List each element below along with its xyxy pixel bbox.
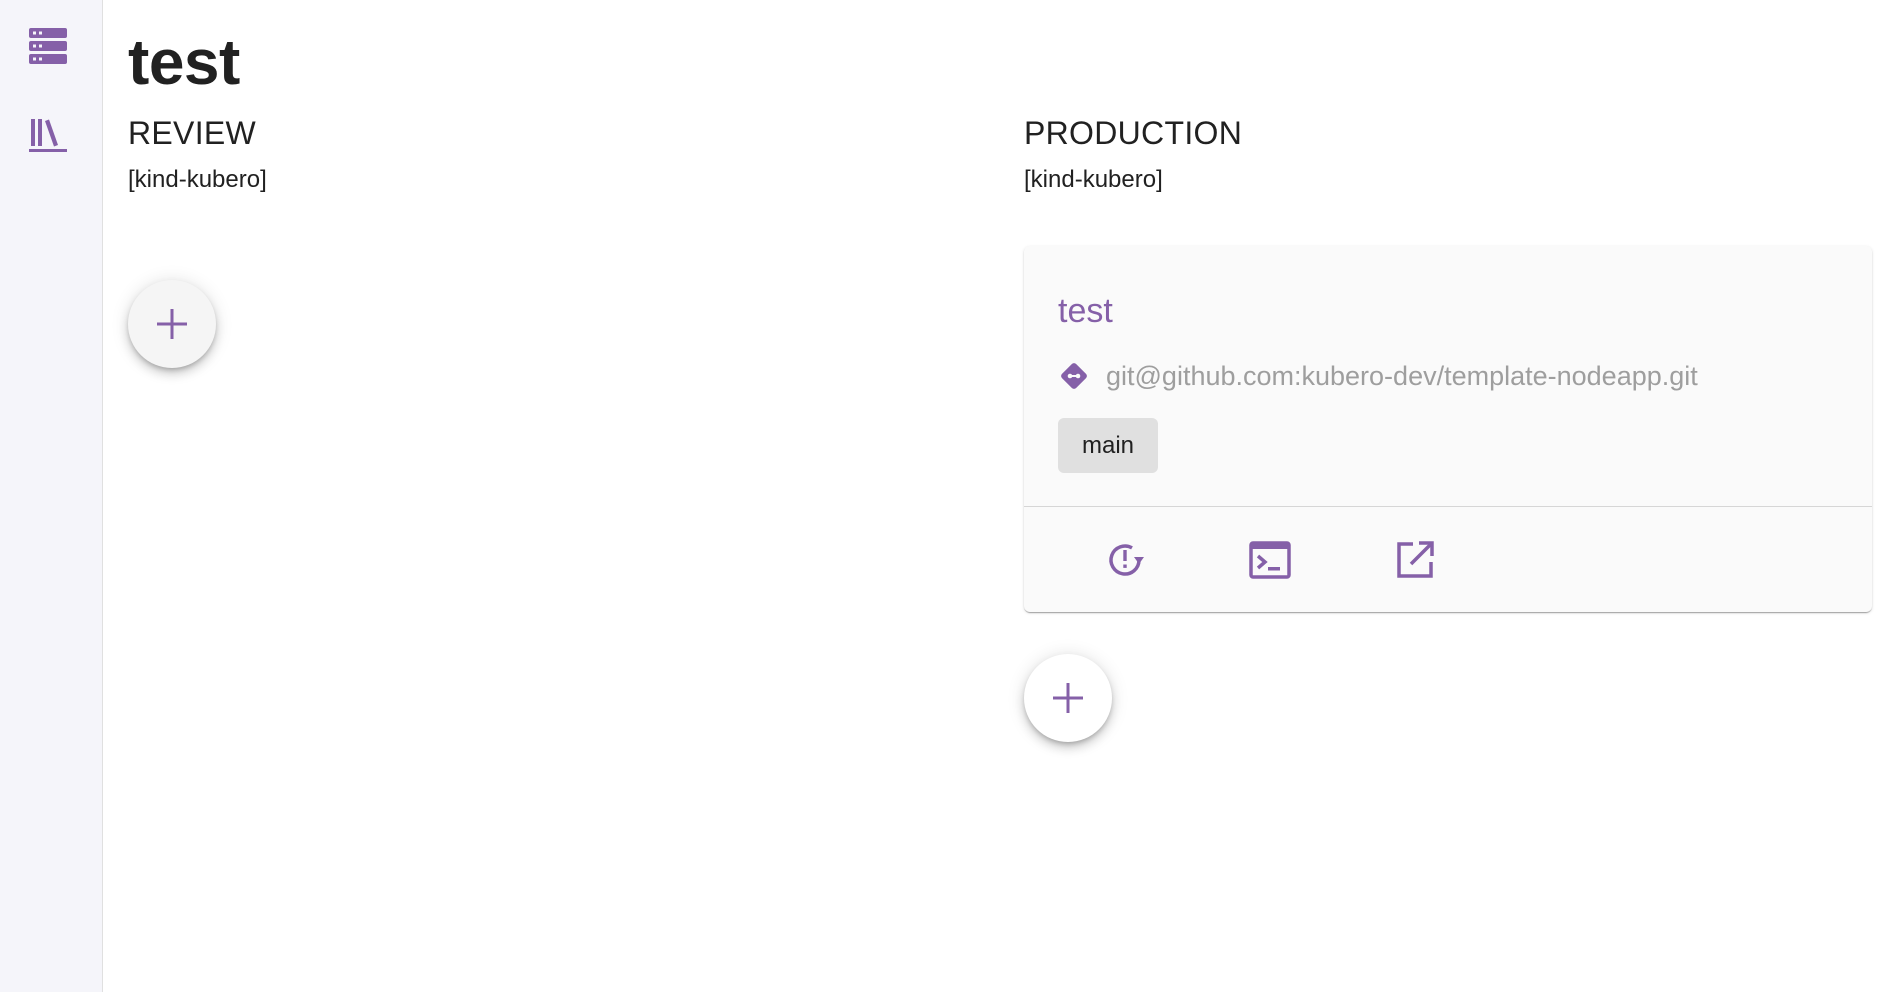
phase-title: PRODUCTION	[1024, 115, 1243, 151]
repository-row: git@github.com:kubero-dev/template-nodea…	[1058, 360, 1698, 392]
open-in-new-icon	[1397, 541, 1434, 578]
branch-chip: main	[1058, 418, 1159, 473]
sidebar	[0, 0, 103, 992]
server-list-icon	[29, 28, 67, 64]
app-name-link[interactable]: test	[1058, 290, 1113, 332]
sidebar-item-pipelines[interactable]	[24, 22, 72, 70]
phase-cluster: [kind-kubero]	[128, 166, 267, 193]
restart-alert-icon	[1109, 544, 1144, 576]
add-app-button[interactable]	[1024, 654, 1112, 742]
card-divider	[1024, 506, 1872, 507]
phase-production: PRODUCTION [kind-kubero] test git@github…	[1024, 112, 1874, 742]
git-icon	[1061, 363, 1087, 389]
restart-button[interactable]	[1097, 532, 1153, 588]
app-card: test git@github.com:kubero-dev/template-…	[1024, 246, 1872, 612]
phase-cluster: [kind-kubero]	[1024, 166, 1163, 193]
phase-review: REVIEW [kind-kubero]	[128, 112, 978, 368]
open-app-button[interactable]	[1387, 532, 1443, 588]
console-button[interactable]	[1242, 532, 1298, 588]
main-content: test REVIEW [kind-kubero] PRODUCTION [ki…	[104, 0, 1882, 992]
repository-url: git@github.com:kubero-dev/template-nodea…	[1106, 361, 1698, 391]
library-books-icon	[29, 119, 67, 152]
add-app-button[interactable]	[128, 280, 216, 368]
phase-title: REVIEW	[128, 115, 257, 151]
plus-icon	[1053, 683, 1083, 713]
console-icon	[1249, 541, 1291, 579]
sidebar-item-library[interactable]	[24, 110, 72, 158]
plus-icon	[157, 309, 187, 339]
page-title: test	[128, 26, 240, 98]
